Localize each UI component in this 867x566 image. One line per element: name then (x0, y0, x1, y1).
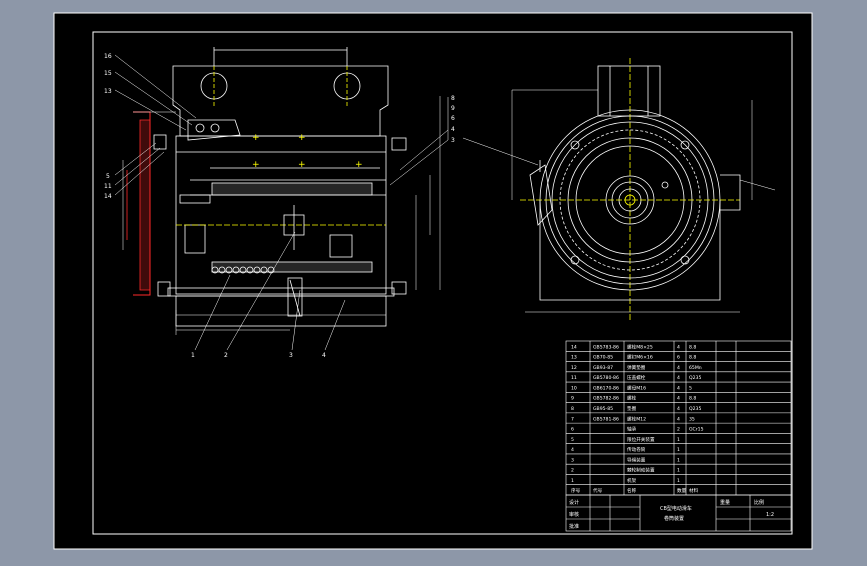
bom-cell-no: 12 (571, 365, 577, 371)
bom-cell-mat: Q235 (689, 406, 701, 412)
svg-text:+: + (252, 133, 260, 143)
bom-cell-mat: 5 (689, 385, 692, 391)
bom-cell-qty: 1 (677, 478, 680, 484)
drawing-sheet (53, 12, 813, 550)
bom-cell-name: 限位开关装置 (627, 436, 655, 443)
bom-cell-name: 螺栓M12 (627, 415, 646, 422)
bom-cell-name: 螺母M16 (627, 384, 646, 391)
bom-cell-mat: GCr15 (689, 427, 704, 433)
bom-cell-mat: 8.8 (689, 355, 696, 361)
balloon-8: 8 (451, 95, 455, 102)
bom-cell-qty: 1 (677, 447, 680, 453)
cad-drawing: + + + + + 16 15 13 5 11 14 8 9 6 4 3 1 2… (53, 12, 813, 550)
balloon-bottom-1: 1 (191, 352, 195, 359)
bom-cell-mat: Q235 (689, 375, 701, 381)
bom-cell-code: GB95-85 (593, 406, 613, 412)
bom-cell-qty: 4 (677, 344, 680, 350)
bom-cell-no: 5 (571, 437, 574, 443)
bom-cell-name: 轴承 (627, 426, 637, 433)
bom-cell-code: GB5780-86 (593, 375, 619, 381)
balloon-bottom-3: 3 (289, 352, 293, 359)
bom-cell-qty: 4 (677, 396, 680, 402)
bom-cell-no: 3 (571, 457, 574, 463)
bom-cell-qty: 4 (677, 375, 680, 381)
balloon-13: 13 (104, 88, 112, 95)
balloon-bottom-2: 2 (224, 352, 228, 359)
bom-cell-qty: 1 (677, 437, 680, 443)
bom-cell-name: 螺钉M6×16 (627, 354, 653, 361)
bom-cell-qty: 4 (677, 385, 680, 391)
bom-cell-qty: 2 (677, 427, 680, 433)
approved-label: 批准 (569, 523, 579, 530)
bom-cell-code: 代号 (593, 487, 603, 494)
drawn-label: 设计 (569, 499, 579, 506)
bom-cell-name: 螺栓 (627, 395, 637, 402)
bom-cell-mat: 65Mn (689, 365, 702, 371)
bom-cell-qty: 4 (677, 406, 680, 412)
balloon-11: 11 (104, 183, 112, 190)
bom-cell-mat: 材料 (689, 487, 699, 494)
bom-cell-qty: 1 (677, 468, 680, 474)
balloon-16: 16 (104, 53, 112, 60)
bom-cell-name: 棘轮制动装置 (627, 467, 655, 474)
balloon-15: 15 (104, 70, 112, 77)
bom-cell-no: 6 (571, 427, 574, 433)
bom-cell-mat: 8.8 (689, 396, 696, 402)
bom-cell-no: 序号 (571, 487, 581, 494)
bom-cell-name: 弹簧垫圈 (627, 364, 646, 371)
bom-cell-mat: 8.8 (689, 344, 696, 350)
drawing-title-line1: CB型电动滑车 (660, 505, 692, 512)
bom-cell-no: 9 (571, 396, 574, 402)
bom-cell-qty: 6 (677, 355, 680, 361)
bom-cell-no: 1 (571, 478, 574, 484)
bom-cell-code: GB5781-86 (593, 416, 619, 422)
balloon-6: 6 (451, 115, 455, 122)
balloon-9: 9 (451, 105, 455, 112)
bom-cell-name: 名称 (627, 487, 637, 494)
balloon-5: 5 (106, 173, 110, 180)
bom-cell-code: GB6170-86 (593, 385, 619, 391)
weight-label: 重量 (720, 499, 730, 506)
bom-cell-no: 11 (571, 375, 577, 381)
bom-cell-no: 7 (571, 416, 574, 422)
bom-cell-qty: 1 (677, 457, 680, 463)
balloon-14: 14 (104, 193, 112, 200)
drawing-title-line2: 卷筒装置 (664, 515, 684, 522)
bom-cell-mat: 35 (689, 416, 695, 422)
drawing-frame: + + + + + 16 15 13 5 11 14 8 9 6 4 3 1 2… (0, 0, 867, 562)
bom-cell-code: GB93-87 (593, 365, 613, 371)
bom-cell-name: 导绳装置 (627, 456, 646, 463)
bom-cell-code: GB5783-86 (593, 344, 619, 350)
bom-cell-name: 传动卷筒 (627, 446, 646, 453)
bom-cell-name: 机架 (627, 477, 637, 484)
svg-text:+: + (355, 160, 363, 170)
balloon-3: 3 (451, 137, 455, 144)
bom-cell-no: 2 (571, 468, 574, 474)
scale-value: 1:2 (766, 512, 774, 518)
balloon-4: 4 (451, 126, 455, 133)
bom-cell-name: 垫圈 (627, 405, 637, 412)
svg-text:+: + (252, 160, 260, 170)
bom-cell-no: 4 (571, 447, 574, 453)
bom-cell-no: 10 (571, 385, 577, 391)
svg-text:+: + (298, 133, 306, 143)
bom-cell-no: 14 (571, 344, 577, 350)
scale-label: 比例 (754, 499, 764, 506)
bom-cell-qty: 4 (677, 365, 680, 371)
svg-text:+: + (298, 160, 306, 170)
bom-cell-code: GB70-85 (593, 355, 613, 361)
bom-cell-qty: 数量 (677, 487, 687, 494)
bom-cell-no: 8 (571, 406, 574, 412)
bom-cell-qty: 4 (677, 416, 680, 422)
balloon-bottom-4: 4 (322, 352, 326, 359)
checked-label: 审核 (569, 511, 579, 518)
bom-cell-name: 压盖螺栓 (627, 374, 646, 381)
bom-cell-no: 13 (571, 355, 577, 361)
bom-cell-code: GB5782-86 (593, 396, 619, 402)
bom-cell-name: 螺栓M8×25 (627, 343, 653, 350)
